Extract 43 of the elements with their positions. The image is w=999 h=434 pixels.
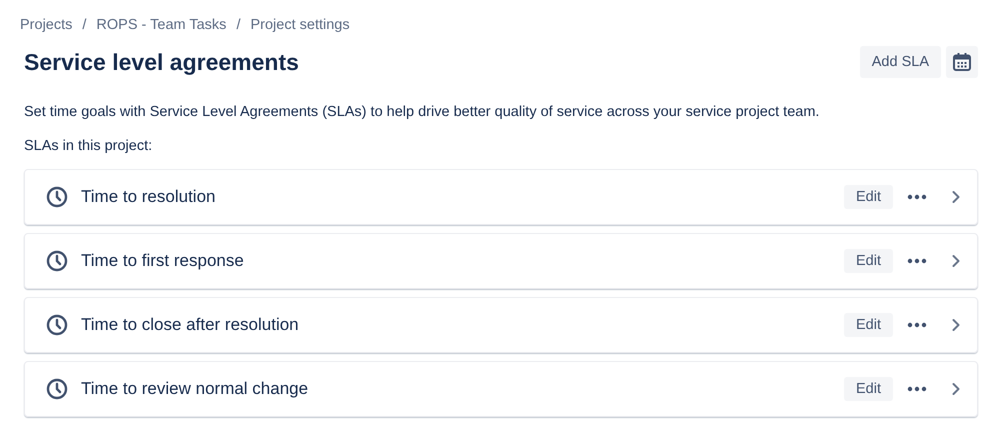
more-icon [907, 386, 927, 392]
clock-icon [45, 313, 69, 337]
more-icon [907, 322, 927, 328]
breadcrumb-separator: / [82, 17, 86, 33]
sla-name: Time to first response [81, 251, 245, 271]
chevron-right-icon [951, 190, 961, 204]
more-button[interactable] [907, 194, 927, 200]
chevron-right-icon [951, 254, 961, 268]
sla-card[interactable]: Time to resolution Edit [24, 169, 978, 225]
breadcrumb-separator: / [236, 17, 240, 33]
breadcrumb-link[interactable]: ROPS - Team Tasks [96, 17, 226, 33]
expand-button[interactable] [951, 190, 961, 204]
sla-card[interactable]: Time to review normal change Edit [24, 361, 978, 417]
sla-card[interactable]: Time to first response Edit [24, 233, 978, 289]
expand-button[interactable] [951, 382, 961, 396]
calendar-icon [952, 52, 972, 72]
breadcrumb-link[interactable]: Projects [20, 17, 72, 33]
edit-button[interactable]: Edit [844, 185, 893, 209]
chevron-right-icon [951, 318, 961, 332]
edit-button[interactable]: Edit [844, 377, 893, 401]
more-icon [907, 258, 927, 264]
breadcrumb-link[interactable]: Project settings [250, 17, 350, 33]
page-title: Service level agreements [24, 48, 299, 76]
more-button[interactable] [907, 386, 927, 392]
chevron-right-icon [951, 382, 961, 396]
more-icon [907, 194, 927, 200]
edit-button[interactable]: Edit [844, 313, 893, 337]
sla-name: Time to review normal change [81, 379, 310, 399]
expand-button[interactable] [951, 318, 961, 332]
clock-icon [45, 185, 69, 209]
clock-icon [45, 377, 69, 401]
calendar-button[interactable] [946, 46, 978, 78]
add-sla-button[interactable]: Add SLA [860, 46, 941, 78]
expand-button[interactable] [951, 254, 961, 268]
description-text: Set time goals with Service Level Agreements (SLAs) to help drive better quality of service across your service project team. [24, 104, 820, 120]
more-button[interactable] [907, 258, 927, 264]
edit-button[interactable]: Edit [844, 249, 893, 273]
sla-card[interactable]: Time to close after resolution Edit [24, 297, 978, 353]
sla-name: Time to resolution [81, 187, 216, 207]
clock-icon [45, 249, 69, 273]
list-heading: SLAs in this project: [24, 138, 154, 154]
more-button[interactable] [907, 322, 927, 328]
sla-name: Time to close after resolution [81, 315, 300, 335]
